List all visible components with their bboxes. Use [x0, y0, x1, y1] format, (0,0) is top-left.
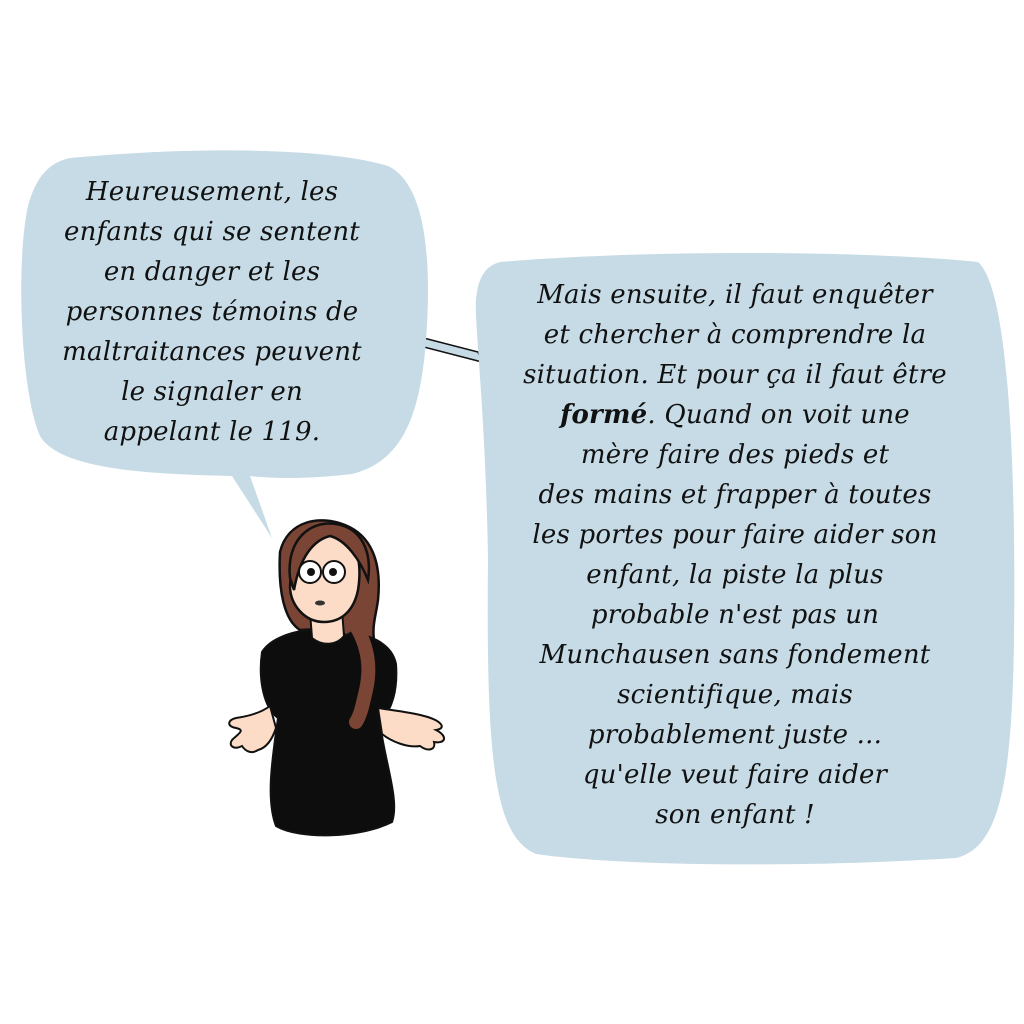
right-bubble-line: formé. Quand on voit une [470, 395, 1000, 435]
right-pupil [329, 568, 337, 576]
right-bubble-line: Munchausen sans fondement [539, 640, 931, 670]
right-bubble-text: Mais ensuite, il faut enquêter et cherch… [470, 275, 1000, 835]
mouth [315, 600, 325, 606]
right-bubble-line: mère faire des pieds et [580, 440, 890, 470]
right-bubble-line: les portes pour faire aider son [532, 520, 938, 550]
left-hand [228, 704, 278, 754]
left-bubble-line: maltraitances peuvent [62, 337, 362, 367]
right-bubble-line: enfant, la piste la plus [586, 560, 884, 590]
right-bubble-line: probablement juste ... [587, 720, 883, 750]
left-bubble-line: le signaler en [121, 377, 303, 407]
right-bubble-line: probable n'est pas un [590, 600, 880, 630]
left-bubble-line: Heureusement, les [85, 177, 339, 207]
shirt [259, 628, 398, 837]
right-bubble-line: Mais ensuite, il faut enquêter [537, 280, 933, 310]
right-bubble-line: scientifique, mais [617, 680, 853, 710]
right-bubble-line-rest: . Quand on voit une [647, 400, 910, 430]
right-hand [376, 706, 445, 751]
right-bubble-line: situation. Et pour ça il faut être [523, 360, 947, 390]
left-bubble-line: en danger et les [103, 257, 321, 287]
right-bubble-line: et chercher à comprendre la [543, 320, 927, 350]
right-bubble-line: qu'elle veut faire aider [582, 760, 888, 790]
left-bubble-text: Heureusement, les enfants qui se sentent… [22, 172, 402, 452]
left-pupil [307, 568, 315, 576]
emphasis-word: formé [560, 400, 648, 430]
right-bubble-line: son enfant ! [655, 800, 815, 830]
woman-character [228, 519, 445, 837]
left-bubble-line: personnes témoins de [65, 297, 359, 327]
left-bubble-line: enfants qui se sentent [64, 217, 360, 247]
left-bubble-line: appelant le 119. [103, 417, 321, 447]
right-bubble-line: des mains et frapper à toutes [538, 480, 932, 510]
